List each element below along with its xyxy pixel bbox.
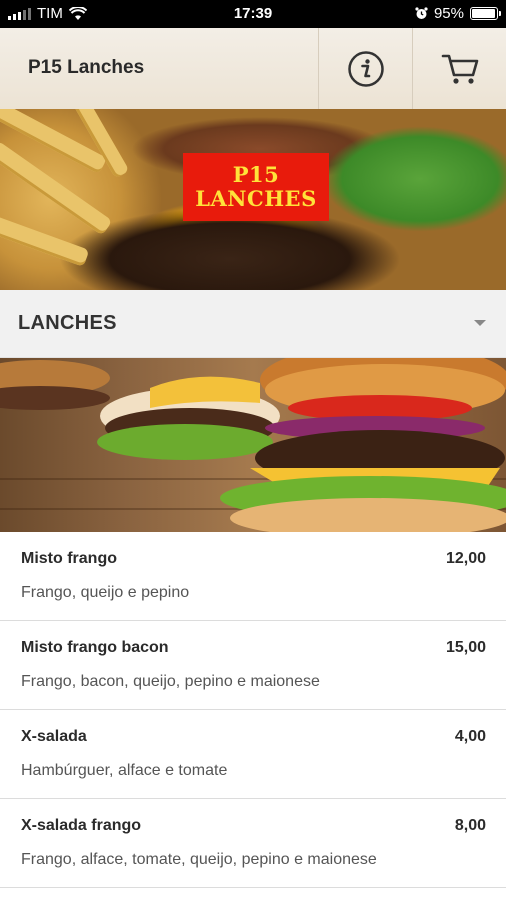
- list-item[interactable]: Misto frango 12,00 Frango, queijo e pepi…: [0, 532, 506, 621]
- category-dropdown[interactable]: LANCHES: [0, 290, 506, 358]
- item-description: Frango, queijo e pepino: [21, 584, 190, 601]
- restaurant-logo: P15 LANCHES: [183, 153, 329, 221]
- restaurant-banner: P15 LANCHES: [0, 109, 506, 290]
- item-price: 4,00: [454, 728, 486, 745]
- status-right: 95%: [415, 5, 501, 22]
- cart-button[interactable]: [412, 28, 506, 109]
- app-header: P15 Lanches: [0, 28, 506, 109]
- item-name: Misto frango bacon: [21, 639, 169, 656]
- menu-list: Misto frango 12,00 Frango, queijo e pepi…: [0, 532, 506, 888]
- item-description: Hambúrguer, alface e tomate: [21, 762, 228, 779]
- logo-line-2: LANCHES: [195, 186, 317, 211]
- info-button[interactable]: [318, 28, 412, 109]
- battery-icon: [470, 7, 501, 20]
- item-name: Misto frango: [21, 550, 117, 567]
- burger-image: [0, 358, 506, 532]
- category-image: [0, 358, 506, 532]
- list-item[interactable]: Misto frango bacon 15,00 Frango, bacon, …: [0, 621, 506, 710]
- item-name: X-salada frango: [21, 817, 142, 834]
- logo-line-1: P15: [232, 162, 280, 187]
- page-title: P15 Lanches: [28, 57, 145, 78]
- item-description: Frango, alface, tomate, queijo, pepino e…: [21, 851, 377, 868]
- battery-percent: 95%: [433, 5, 464, 22]
- info-icon: [347, 50, 384, 87]
- item-description: Frango, bacon, queijo, pepino e maionese: [21, 673, 320, 690]
- cart-icon: [441, 54, 478, 84]
- list-item[interactable]: X-salada 4,00 Hambúrguer, alface e tomat…: [0, 710, 506, 799]
- status-bar: TIM 17:39 95%: [0, 0, 506, 28]
- category-label: LANCHES: [18, 312, 117, 334]
- item-price: 12,00: [445, 550, 486, 567]
- list-item[interactable]: X-salada frango 8,00 Frango, alface, tom…: [0, 799, 506, 888]
- chevron-down-icon: [474, 320, 486, 326]
- item-name: X-salada: [21, 728, 87, 745]
- alarm-icon: [415, 7, 428, 19]
- item-price: 15,00: [445, 639, 486, 656]
- item-price: 8,00: [454, 817, 486, 834]
